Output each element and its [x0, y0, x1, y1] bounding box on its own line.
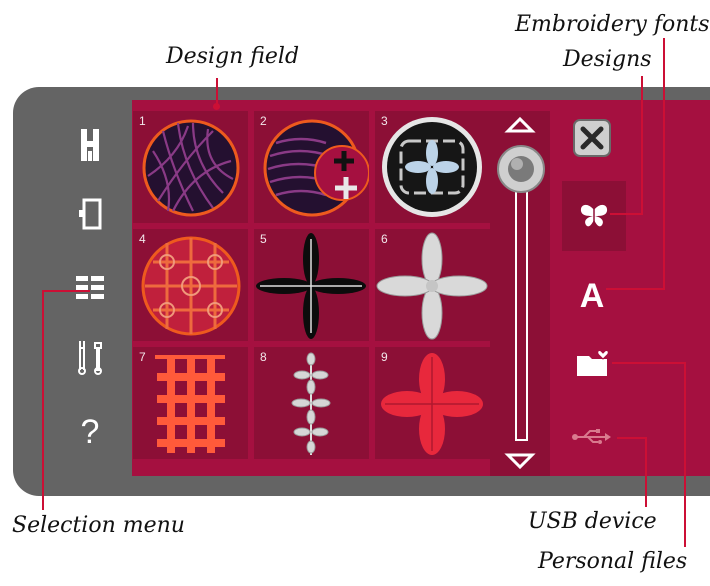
design-cell-4[interactable]: 4 [133, 229, 248, 341]
tab-embroidery-fonts[interactable]: A [562, 264, 622, 328]
presser-foot-icon [81, 129, 99, 161]
design-cell-2[interactable]: 2 [254, 111, 369, 223]
leader-line-designs-horizontal [610, 213, 643, 215]
design-6-thumbnail [376, 232, 488, 340]
sidebar-item-settings[interactable] [60, 335, 120, 379]
tab-usb-device[interactable] [562, 412, 622, 462]
design-cell-5[interactable]: 5 [254, 229, 369, 341]
scroll-thumb[interactable] [496, 144, 546, 194]
font-a-icon: A [579, 276, 605, 315]
leader-line-personal-files-horizontal [612, 362, 686, 364]
design-field: 1 2 3 4 5 6 7 8 9 [133, 111, 490, 459]
leader-line-selection-menu-horizontal [42, 290, 90, 292]
scroll-bar[interactable] [490, 111, 550, 476]
design-cell-1[interactable]: 1 [133, 111, 248, 223]
leader-line-fonts-horizontal [606, 288, 665, 290]
butterfly-icon [580, 204, 608, 227]
sidebar-item-presser-foot[interactable] [60, 123, 120, 167]
leader-line-usb-vertical [645, 437, 647, 507]
scroll-track[interactable] [515, 179, 528, 441]
callout-usb-device: USB device [528, 509, 657, 534]
design-7-thumbnail [155, 355, 225, 453]
leader-line-selection-menu-vertical [42, 290, 44, 510]
leader-dot-design-field [213, 103, 220, 110]
callout-embroidery-fonts: Embroidery fonts [515, 12, 710, 37]
leader-line-designs-vertical [641, 76, 643, 215]
scroll-down-icon[interactable] [490, 447, 550, 475]
close-button[interactable] [562, 110, 622, 166]
embroidery-hoop-icon [79, 198, 102, 230]
callout-designs: Designs [563, 47, 652, 72]
sidebar-item-selection-menu[interactable] [60, 266, 120, 310]
design-cell-9[interactable]: 9 [375, 347, 490, 459]
tab-designs[interactable] [562, 181, 626, 251]
design-cell-7[interactable]: 7 [133, 347, 248, 459]
callout-design-field: Design field [166, 44, 300, 69]
design-cell-8[interactable]: 8 [254, 347, 369, 459]
design-8-thumbnail [291, 352, 331, 455]
design-cell-6[interactable]: 6 [375, 229, 490, 341]
scroll-up-icon[interactable] [490, 111, 550, 139]
leader-line-fonts-vertical [663, 38, 665, 289]
leader-line-usb-horizontal [617, 437, 647, 439]
design-5-thumbnail [256, 233, 366, 339]
sidebar-item-hoop[interactable] [60, 193, 120, 237]
design-2-thumbnail [263, 119, 369, 217]
help-icon: ? [80, 412, 100, 451]
leader-line-personal-files-vertical [684, 362, 686, 547]
selection-menu-icon [76, 276, 104, 299]
usb-icon [572, 429, 611, 444]
design-4-thumbnail [141, 236, 241, 336]
leader-line-design-field [216, 78, 218, 106]
callout-personal-files: Personal files [538, 549, 688, 574]
close-icon [573, 119, 611, 157]
personal-folder-icon [577, 350, 609, 376]
sidebar-item-help[interactable]: ? [60, 410, 120, 454]
tab-personal-files[interactable] [562, 336, 622, 392]
tools-icon [78, 341, 102, 375]
design-1-thumbnail [142, 119, 240, 217]
design-9-thumbnail [381, 353, 483, 455]
design-cell-3[interactable]: 3 [375, 111, 490, 223]
design-3-thumbnail [382, 117, 482, 217]
callout-selection-menu: Selection menu [12, 513, 185, 538]
